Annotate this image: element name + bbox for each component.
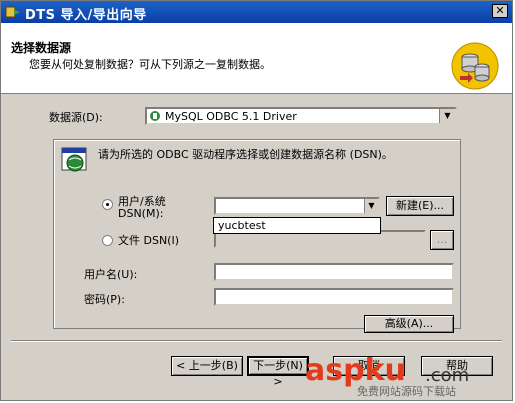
dsn-select[interactable]: ▼ [214,197,380,215]
dsn-description: 请为所选的 ODBC 驱动程序选择或创建数据源名称 (DSN)。 [98,148,393,161]
username-input[interactable] [214,263,454,281]
data-source-label: 数据源(D): [49,111,103,124]
watermark: aspku .com 免费网站源码下载站 [305,353,495,398]
wizard-header: 选择数据源 您要从何处复制数据？可从下列源之一复制数据。 [1,23,512,94]
password-input[interactable] [214,288,454,306]
new-dsn-button[interactable]: 新建(E)... [386,196,454,216]
close-button[interactable]: ✕ [492,4,508,18]
page-title: 选择数据源 [11,41,72,55]
browse-button[interactable]: ... [430,230,454,250]
user-system-dsn-label-2: DSN(M): [118,207,164,220]
title-bar: DTS 导入/导出向导 ✕ [1,1,512,23]
page-subtitle: 您要从何处复制数据？可从下列源之一复制数据。 [29,58,271,71]
chevron-down-icon[interactable]: ▼ [364,199,378,213]
user-system-dsn-radio[interactable] [102,199,113,210]
footer-divider [11,340,502,342]
password-label: 密码(P): [84,293,125,306]
dsn-dropdown-list[interactable]: yucbtest [213,217,381,234]
advanced-button[interactable]: 高级(A)... [364,315,454,333]
dts-app-icon [5,6,20,18]
file-dsn-label: 文件 DSN(I) [118,234,180,247]
watermark-tagline: 免费网站源码下载站 [357,385,456,398]
data-source-combo[interactable]: MySQL ODBC 5.1 Driver ▼ [145,107,457,125]
window-title: DTS 导入/导出向导 [25,8,147,23]
chevron-down-icon[interactable]: ▼ [439,109,455,123]
data-source-value: MySQL ODBC 5.1 Driver [165,110,297,123]
odbc-driver-icon [150,111,160,121]
next-button[interactable]: 下一步(N) > [247,356,309,388]
odbc-globe-icon [61,147,87,172]
back-button[interactable]: < 上一步(B) [171,356,243,376]
file-dsn-radio[interactable] [102,235,113,246]
wizard-window: DTS 导入/导出向导 ✕ 选择数据源 您要从何处复制数据？可从下列源之一复制数… [0,0,513,401]
database-transfer-icon [451,42,499,90]
username-label: 用户名(U): [84,268,138,281]
dsn-option[interactable]: yucbtest [218,219,266,232]
dsn-group: 请为所选的 ODBC 驱动程序选择或创建数据源名称 (DSN)。 用户/系统 D… [53,139,461,333]
